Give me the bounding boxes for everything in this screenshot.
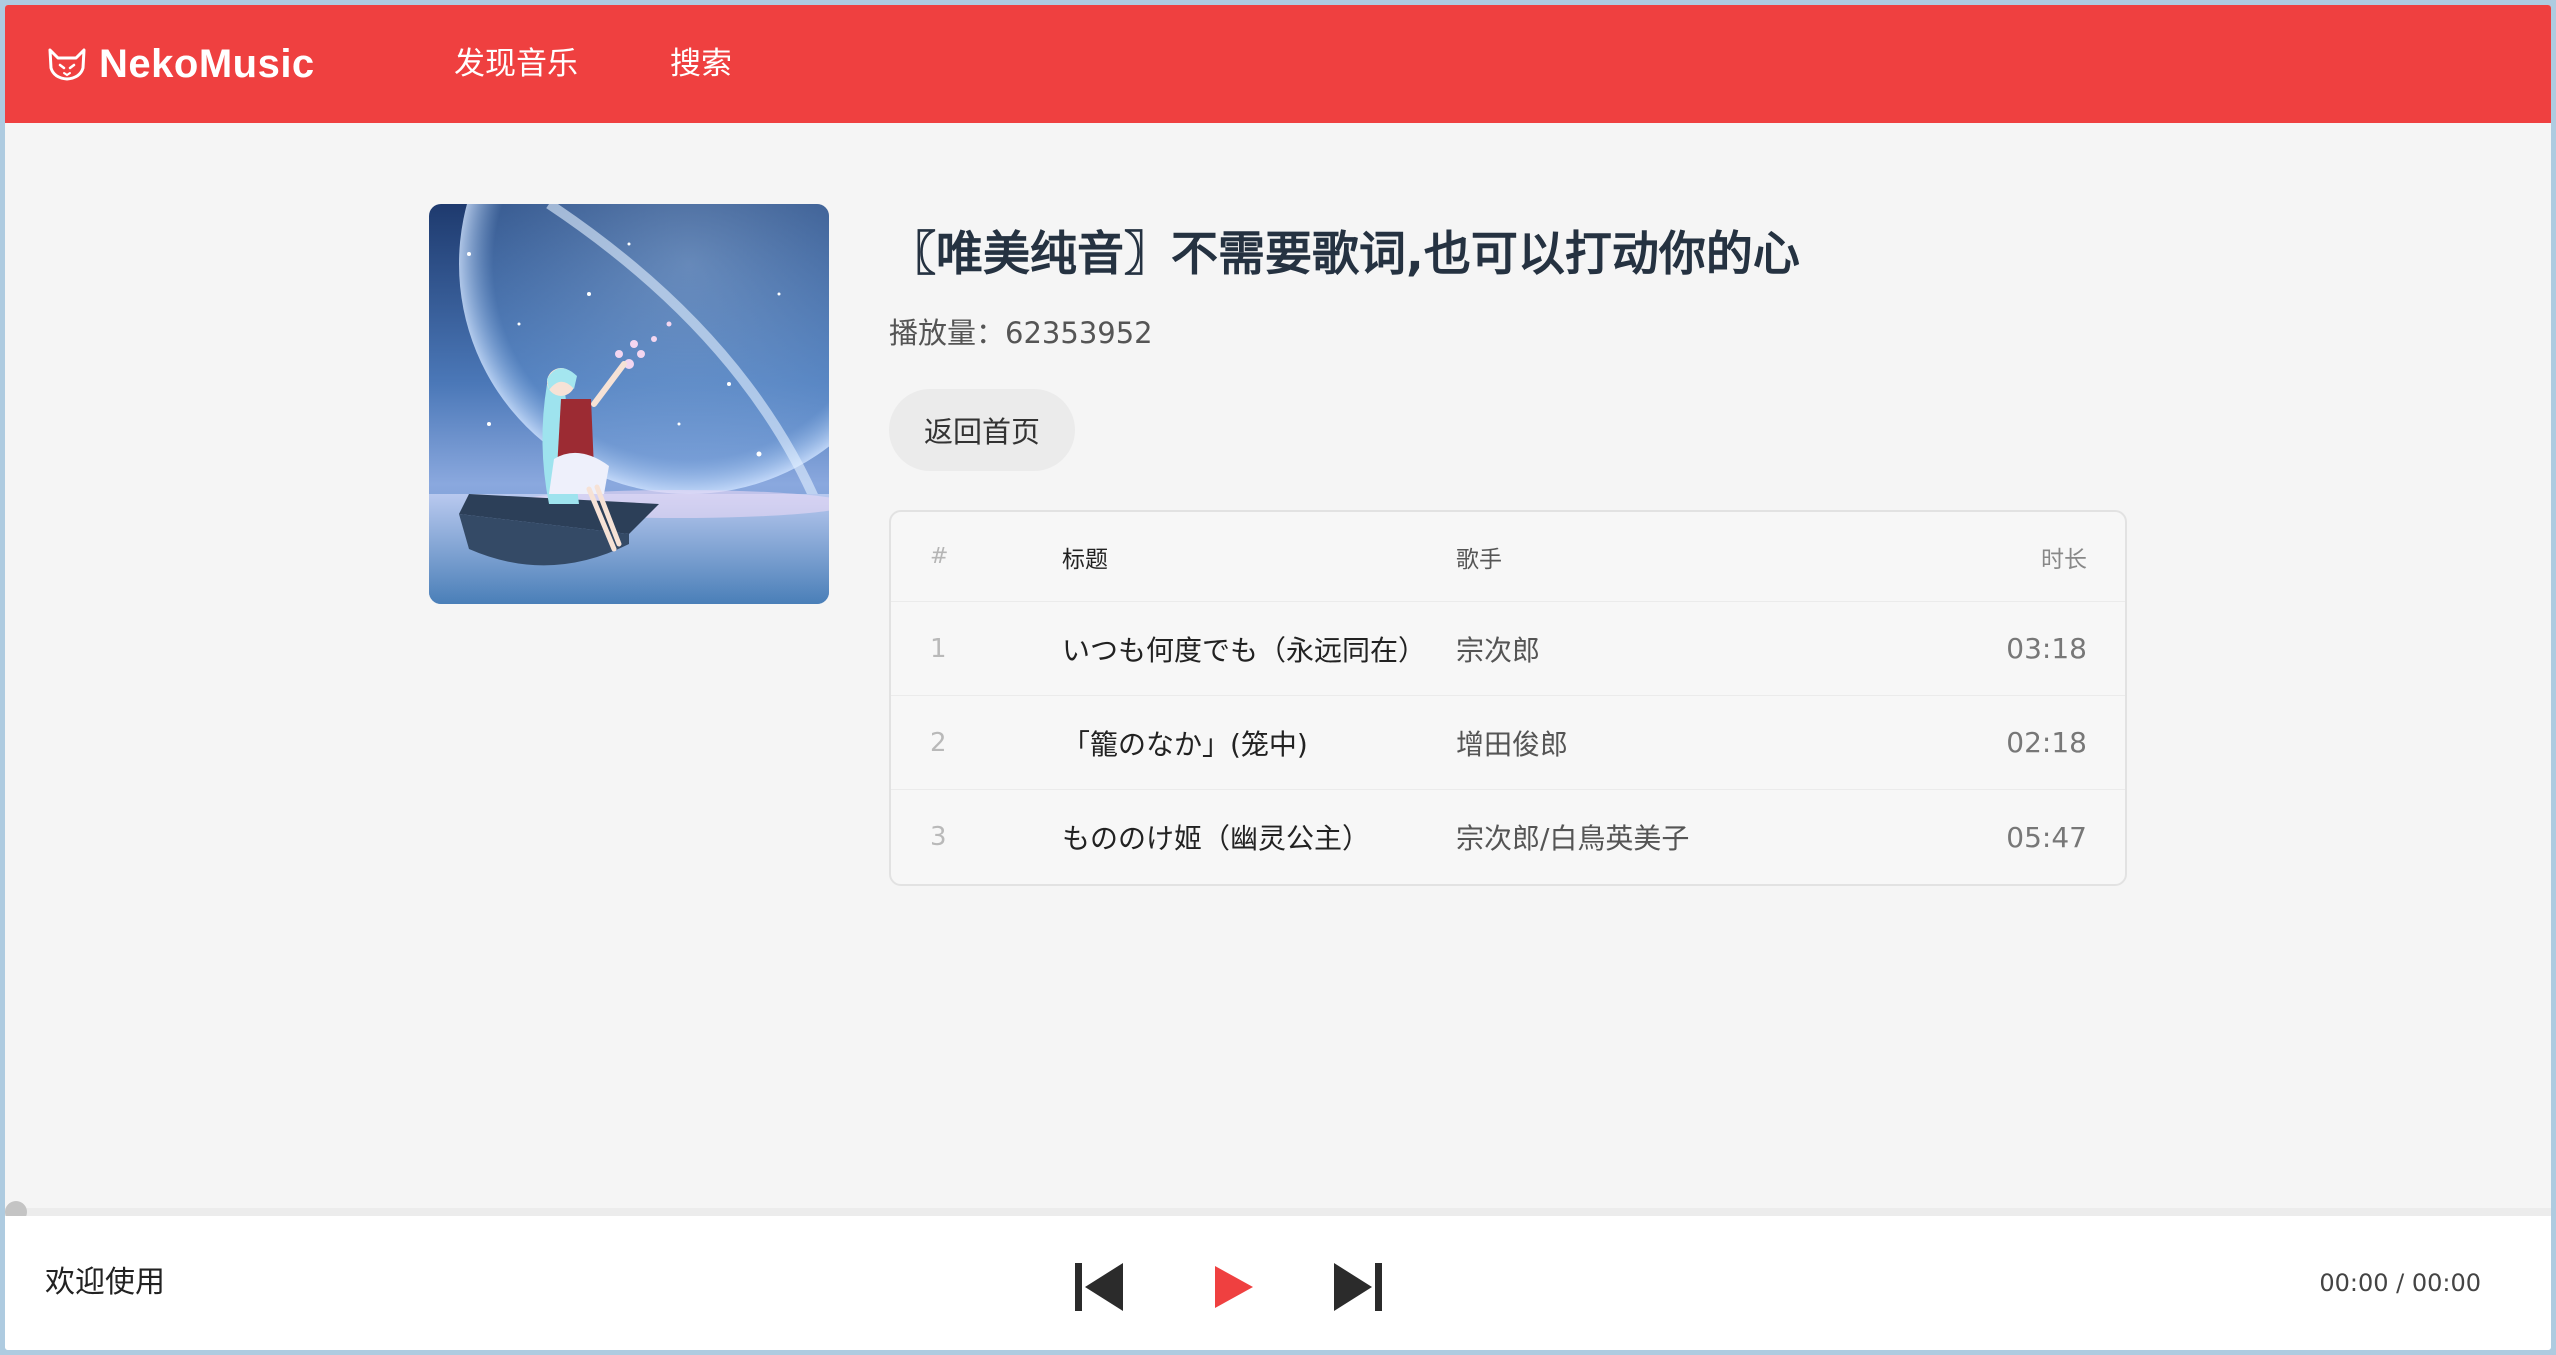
play-count: 播放量：62353952 bbox=[889, 310, 1153, 352]
playback-progress-bar[interactable] bbox=[5, 1208, 2551, 1216]
table-row[interactable]: 1 いつも何度でも（永远同在） 宗次郎 03:18 bbox=[891, 602, 2125, 696]
track-artist: 宗次郎/白鳥英美子 bbox=[1456, 822, 1690, 855]
nav-discover-music[interactable]: 发现音乐 bbox=[454, 5, 578, 123]
header-title: 标题 bbox=[1062, 546, 1108, 573]
skip-next-icon bbox=[1334, 1263, 1382, 1311]
play-count-value: 62353952 bbox=[1005, 316, 1153, 350]
logo[interactable]: NekoMusic bbox=[47, 5, 315, 123]
nav-search[interactable]: 搜索 bbox=[670, 5, 732, 123]
app-name: NekoMusic bbox=[99, 41, 315, 86]
header-artist: 歌手 bbox=[1456, 546, 1502, 573]
header-number: # bbox=[930, 544, 949, 569]
play-button[interactable] bbox=[1204, 1258, 1262, 1316]
table-row[interactable]: 2 「籠のなか」(笼中) 增田俊郎 02:18 bbox=[891, 696, 2125, 790]
track-title: いつも何度でも（永远同在） bbox=[1062, 633, 1427, 667]
track-number: 3 bbox=[930, 822, 947, 852]
top-nav-bar: NekoMusic 发现音乐 搜索 bbox=[5, 5, 2551, 123]
track-artist: 宗次郎 bbox=[1456, 633, 1541, 667]
next-track-button[interactable] bbox=[1328, 1258, 1386, 1316]
table-header-row: # 标题 歌手 时长 bbox=[891, 512, 2125, 602]
player-bar: 欢迎使用 00:00 / 00:00 bbox=[5, 1216, 2551, 1350]
header-duration: 时长 bbox=[2041, 546, 2087, 573]
now-playing-text: 欢迎使用 bbox=[45, 1265, 165, 1300]
table-row[interactable]: 3 もののけ姬（幽灵公主） 宗次郎/白鳥英美子 05:47 bbox=[891, 790, 2125, 884]
play-icon bbox=[1215, 1266, 1253, 1308]
play-count-label: 播放量： bbox=[889, 316, 1006, 350]
track-artist: 增田俊郎 bbox=[1456, 727, 1569, 761]
track-title: 「籠のなか」(笼中) bbox=[1062, 727, 1308, 761]
track-duration: 03:18 bbox=[2006, 632, 2087, 665]
track-title: もののけ姬（幽灵公主） bbox=[1062, 822, 1371, 855]
track-duration: 05:47 bbox=[2006, 820, 2087, 854]
app-window: NekoMusic 发现音乐 搜索 〖唯美纯音〗不需要歌词,也可以打动你的心 播… bbox=[5, 5, 2551, 1350]
time-display: 00:00 / 00:00 bbox=[2319, 1269, 2481, 1297]
previous-track-button[interactable] bbox=[1071, 1258, 1129, 1316]
back-to-home-button[interactable]: 返回首页 bbox=[889, 389, 1075, 471]
track-duration: 02:18 bbox=[2006, 726, 2087, 759]
playlist-title: 〖唯美纯音〗不需要歌词,也可以打动你的心 bbox=[889, 227, 1800, 282]
track-number: 2 bbox=[930, 727, 947, 758]
track-number: 1 bbox=[930, 633, 947, 664]
track-table: # 标题 歌手 时长 1 いつも何度でも（永远同在） 宗次郎 03:18 2 「… bbox=[889, 510, 2127, 886]
playlist-cover-image bbox=[429, 204, 829, 604]
skip-previous-icon bbox=[1075, 1263, 1123, 1311]
cat-logo-icon bbox=[48, 48, 86, 81]
